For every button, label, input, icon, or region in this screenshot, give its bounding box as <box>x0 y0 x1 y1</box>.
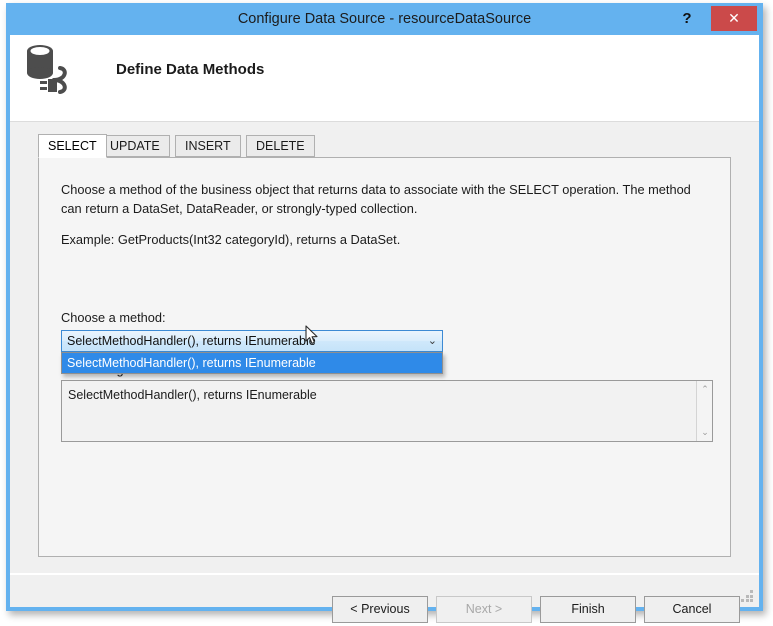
title-bar: Configure Data Source - resourceDataSour… <box>6 3 763 35</box>
tab-panel-select: Choose a method of the business object t… <box>38 157 731 557</box>
resize-grip[interactable] <box>741 590 754 603</box>
method-dropdown-list[interactable]: SelectMethodHandler(), returns IEnumerab… <box>61 352 443 374</box>
chevron-down-icon: ⌄ <box>427 335 437 347</box>
scroll-down-icon[interactable]: ⌄ <box>697 425 713 440</box>
scroll-up-icon[interactable]: ⌃ <box>697 382 713 397</box>
description-text: Choose a method of the business object t… <box>61 182 691 216</box>
next-button: Next > <box>436 596 532 623</box>
footer-separator <box>10 573 759 575</box>
previous-button[interactable]: < Previous <box>332 596 428 623</box>
method-signature-box[interactable]: SelectMethodHandler(), returns IEnumerab… <box>61 380 713 442</box>
dialog-window: Configure Data Source - resourceDataSour… <box>6 3 763 623</box>
page-title: Define Data Methods <box>116 61 265 78</box>
screen: Configure Data Source - resourceDataSour… <box>0 0 773 626</box>
signature-scrollbar[interactable]: ⌃ ⌄ <box>696 381 712 441</box>
method-combobox-value: SelectMethodHandler(), returns IEnumerab… <box>67 334 316 348</box>
finish-button[interactable]: Finish <box>540 596 636 623</box>
choose-method-label: Choose a method: <box>61 310 166 325</box>
cancel-button[interactable]: Cancel <box>644 596 740 623</box>
dialog-client-area: Define Data Methods SELECT UPDATE INSERT… <box>10 35 759 623</box>
tab-delete[interactable]: DELETE <box>246 135 315 157</box>
example-text: Example: GetProducts(Int32 categoryId), … <box>61 232 401 247</box>
help-button[interactable]: ? <box>673 7 701 31</box>
dialog-header: Define Data Methods <box>10 35 759 122</box>
method-combobox[interactable]: SelectMethodHandler(), returns IEnumerab… <box>61 330 443 352</box>
tab-insert[interactable]: INSERT <box>175 135 241 157</box>
close-button[interactable]: ✕ <box>711 6 757 31</box>
tab-update[interactable]: UPDATE <box>100 135 170 157</box>
window-title: Configure Data Source - resourceDataSour… <box>237 11 532 27</box>
tab-select[interactable]: SELECT <box>38 134 107 158</box>
method-signature-value: SelectMethodHandler(), returns IEnumerab… <box>68 388 317 402</box>
database-plug-icon <box>20 39 82 101</box>
dropdown-option-0[interactable]: SelectMethodHandler(), returns IEnumerab… <box>62 353 442 373</box>
